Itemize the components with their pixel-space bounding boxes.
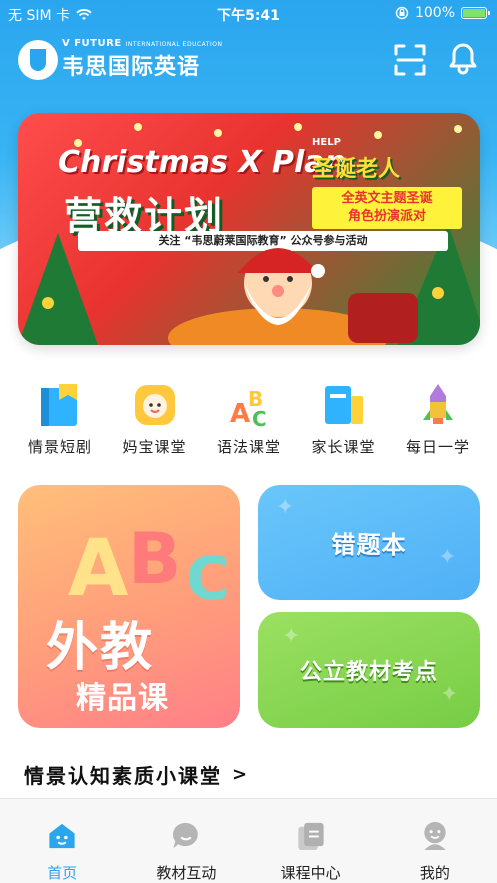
promo-banner[interactable]: Christmas X Plan HELP 圣诞老人 营救计划 全英文主题圣诞 … — [18, 113, 480, 345]
category-item-mom-baby[interactable]: 妈宝课堂 — [113, 380, 197, 457]
svg-text:B: B — [128, 518, 181, 600]
status-right: 100% — [395, 5, 490, 21]
svg-text:A: A — [68, 524, 128, 613]
public-textbook-card[interactable]: ✦ ✦ 公立教材考点 — [258, 612, 480, 728]
svg-text:C: C — [186, 544, 230, 613]
battery-icon — [461, 7, 490, 19]
tab-course-center[interactable]: 课程中心 — [249, 799, 373, 883]
category-label-grammar: 语法课堂 — [216, 438, 281, 456]
logo-en-sub: INTERNATIONAL EDUCATION — [125, 41, 223, 48]
tab-label-textbook-interaction: 教材互动 — [156, 864, 217, 882]
banner-tag-line1: 全英文主题圣诞 — [341, 191, 433, 206]
banner-help: HELP — [312, 137, 341, 148]
course-cards-icon — [298, 822, 324, 851]
tab-label-mine: 我的 — [419, 864, 450, 882]
books-icon — [324, 386, 363, 424]
public-textbook-label: 公立教材考点 — [299, 660, 438, 685]
category-item-drama[interactable]: 情景短剧 — [18, 380, 102, 457]
brand-logo: V FUTURE INTERNATIONAL EDUCATION 韦思国际英语 — [18, 38, 222, 81]
premium-course-subtitle: 精品课 — [76, 681, 169, 716]
svg-text:C: C — [252, 407, 267, 430]
book-icon — [41, 384, 77, 426]
rocket-icon — [423, 384, 453, 424]
category-label-drama: 情景短剧 — [27, 438, 92, 456]
scan-icon — [394, 44, 426, 76]
scan-button[interactable] — [392, 42, 428, 78]
section-title: 情景认知素质小课堂 — [24, 764, 222, 788]
banner-tag: 全英文主题圣诞 角色扮演派对 — [312, 187, 462, 229]
abc-blocks-illustration: A B C — [68, 518, 230, 613]
rotation-lock-icon — [395, 6, 409, 20]
baby-face-icon — [134, 385, 175, 425]
category-label-mom-baby: 妈宝课堂 — [122, 438, 187, 456]
tab-home[interactable]: 首页 — [0, 799, 124, 883]
tab-textbook-interaction[interactable]: 教材互动 — [124, 799, 248, 883]
category-grid: 情景短剧 妈宝课堂 A B C 语法课堂 家长课堂 每日一学 — [18, 380, 480, 457]
mistake-book-label: 错题本 — [331, 531, 407, 559]
logo-cn: 韦思国际英语 — [62, 55, 201, 80]
logo-mark-icon — [18, 39, 58, 80]
abc-letters-icon: A B C — [230, 387, 267, 430]
banner-title-en: Christmas X Plan — [58, 145, 346, 180]
tab-mine[interactable]: 我的 — [373, 799, 497, 883]
santa-illustration — [168, 248, 418, 345]
bottom-tab-bar: 首页 教材互动 课程中心 我的 — [0, 798, 497, 883]
battery-percent: 100% — [414, 5, 455, 21]
notification-button[interactable] — [445, 40, 481, 76]
tab-label-home: 首页 — [47, 864, 78, 882]
chat-icon — [173, 822, 199, 849]
category-item-parents[interactable]: 家长课堂 — [302, 380, 386, 457]
section-header-link[interactable]: 情景认知素质小课堂 > — [24, 760, 249, 789]
app-header: V FUTURE INTERNATIONAL EDUCATION 韦思国际英语 — [0, 30, 497, 90]
profile-icon — [424, 821, 446, 851]
category-item-daily[interactable]: 每日一学 — [396, 380, 480, 457]
tab-label-course-center: 课程中心 — [280, 864, 341, 882]
category-label-parents: 家长课堂 — [311, 438, 376, 456]
category-item-grammar[interactable]: A B C 语法课堂 — [207, 380, 291, 457]
mistake-book-card[interactable]: ✦ ✦ 错题本 — [258, 485, 480, 600]
logo-text: V FUTURE INTERNATIONAL EDUCATION 韦思国际英语 — [62, 38, 222, 81]
chevron-right-icon: > — [232, 764, 250, 785]
logo-en: V FUTURE INTERNATIONAL EDUCATION — [62, 38, 223, 49]
foreign-teacher-title: 外教 — [46, 618, 155, 678]
banner-tag-line2: 角色扮演派对 — [347, 209, 426, 224]
home-icon — [49, 823, 75, 849]
foreign-teacher-course-card[interactable]: A B C 外教 精品课 — [18, 485, 240, 728]
banner-side-title: 圣诞老人 — [312, 157, 401, 182]
bell-icon — [449, 43, 477, 75]
status-bar: 无 SIM 卡 下午5:41 100% — [0, 0, 497, 28]
category-label-daily: 每日一学 — [405, 438, 470, 456]
